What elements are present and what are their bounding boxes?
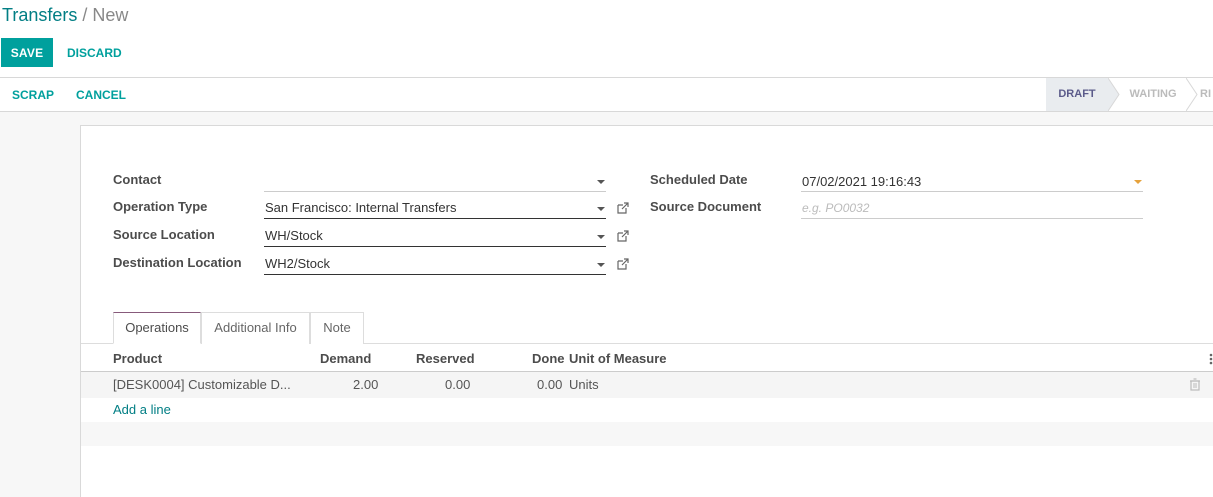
cell-done: 0.00 <box>537 377 563 392</box>
tab-operations[interactable]: Operations <box>113 312 201 344</box>
content-area: Contact Operation Type San Francisco: In… <box>0 112 1213 497</box>
stage-arrow-icon <box>1108 78 1120 111</box>
external-link-icon[interactable] <box>616 229 630 243</box>
scheduled-date-field[interactable]: 07/02/2021 19:16:43 <box>802 174 921 189</box>
operation-type-field[interactable]: San Francisco: Internal Transfers <box>265 200 456 215</box>
discard-button[interactable]: DISCARD <box>60 38 129 67</box>
cell-reserved: 0.00 <box>445 377 471 392</box>
source-document-label: Source Document <box>650 199 762 214</box>
external-link-icon[interactable] <box>616 257 630 271</box>
add-line-link[interactable]: Add a line <box>113 402 171 417</box>
destination-location-label: Destination Location <box>113 255 242 270</box>
contact-underline <box>264 191 606 192</box>
source-document-underline <box>801 218 1143 219</box>
contact-label: Contact <box>113 172 162 187</box>
column-reserved[interactable]: Reserved <box>416 351 475 366</box>
column-demand[interactable]: Demand <box>320 351 371 366</box>
column-unit-of-measure[interactable]: Unit of Measure <box>569 351 667 366</box>
form-sheet: Contact Operation Type San Francisco: In… <box>80 125 1213 497</box>
cell-uom: Units <box>569 377 599 392</box>
breadcrumb-current: New <box>92 5 129 25</box>
save-button[interactable]: SAVE <box>1 38 53 67</box>
statusbar: SCRAP CANCEL DRAFT WAITING RI <box>0 78 1213 112</box>
control-panel: Transfers / New SAVE DISCARD <box>0 0 1213 78</box>
stage-ready[interactable]: RI <box>1200 78 1213 111</box>
source-location-label: Source Location <box>113 227 215 242</box>
empty-row <box>81 422 1213 446</box>
breadcrumb: Transfers / New <box>2 5 128 26</box>
destination-location-underline <box>264 274 606 275</box>
caret-down-icon[interactable] <box>597 235 605 239</box>
operation-type-underline <box>264 218 606 219</box>
breadcrumb-transfers-link[interactable]: Transfers <box>2 5 77 25</box>
cell-product: [DESK0004] Customizable D... <box>113 377 291 392</box>
operation-type-label: Operation Type <box>113 199 208 214</box>
cancel-button[interactable]: CANCEL <box>70 80 132 110</box>
tab-additional-info[interactable]: Additional Info <box>201 312 310 344</box>
column-options-icon[interactable] <box>1209 353 1213 365</box>
column-product[interactable]: Product <box>113 351 162 366</box>
source-document-placeholder[interactable]: e.g. PO0032 <box>802 201 869 215</box>
stage-arrow-icon <box>1186 78 1198 111</box>
table-row[interactable]: [DESK0004] Customizable D... 2.00 0.00 0… <box>81 372 1213 398</box>
caret-down-icon[interactable] <box>597 180 605 184</box>
source-location-underline <box>264 246 606 247</box>
trash-icon[interactable] <box>1189 378 1201 391</box>
caret-down-icon[interactable] <box>597 263 605 267</box>
caret-down-icon[interactable] <box>1134 180 1142 184</box>
stage-draft[interactable]: DRAFT <box>1046 78 1108 111</box>
cell-demand: 2.00 <box>353 377 379 392</box>
column-done[interactable]: Done <box>532 351 565 366</box>
destination-location-field[interactable]: WH2/Stock <box>265 256 330 271</box>
scheduled-date-label: Scheduled Date <box>650 172 748 187</box>
tab-note[interactable]: Note <box>310 312 364 344</box>
operations-table-header: Product Demand Reserved Done Unit of Mea… <box>81 344 1213 372</box>
status-stages: DRAFT WAITING RI <box>1046 78 1213 111</box>
scheduled-date-underline <box>801 191 1143 192</box>
caret-down-icon[interactable] <box>597 207 605 211</box>
external-link-icon[interactable] <box>616 201 630 215</box>
stage-waiting[interactable]: WAITING <box>1120 78 1186 111</box>
source-location-field[interactable]: WH/Stock <box>265 228 323 243</box>
breadcrumb-separator: / <box>82 5 88 25</box>
scrap-button[interactable]: SCRAP <box>6 80 60 110</box>
